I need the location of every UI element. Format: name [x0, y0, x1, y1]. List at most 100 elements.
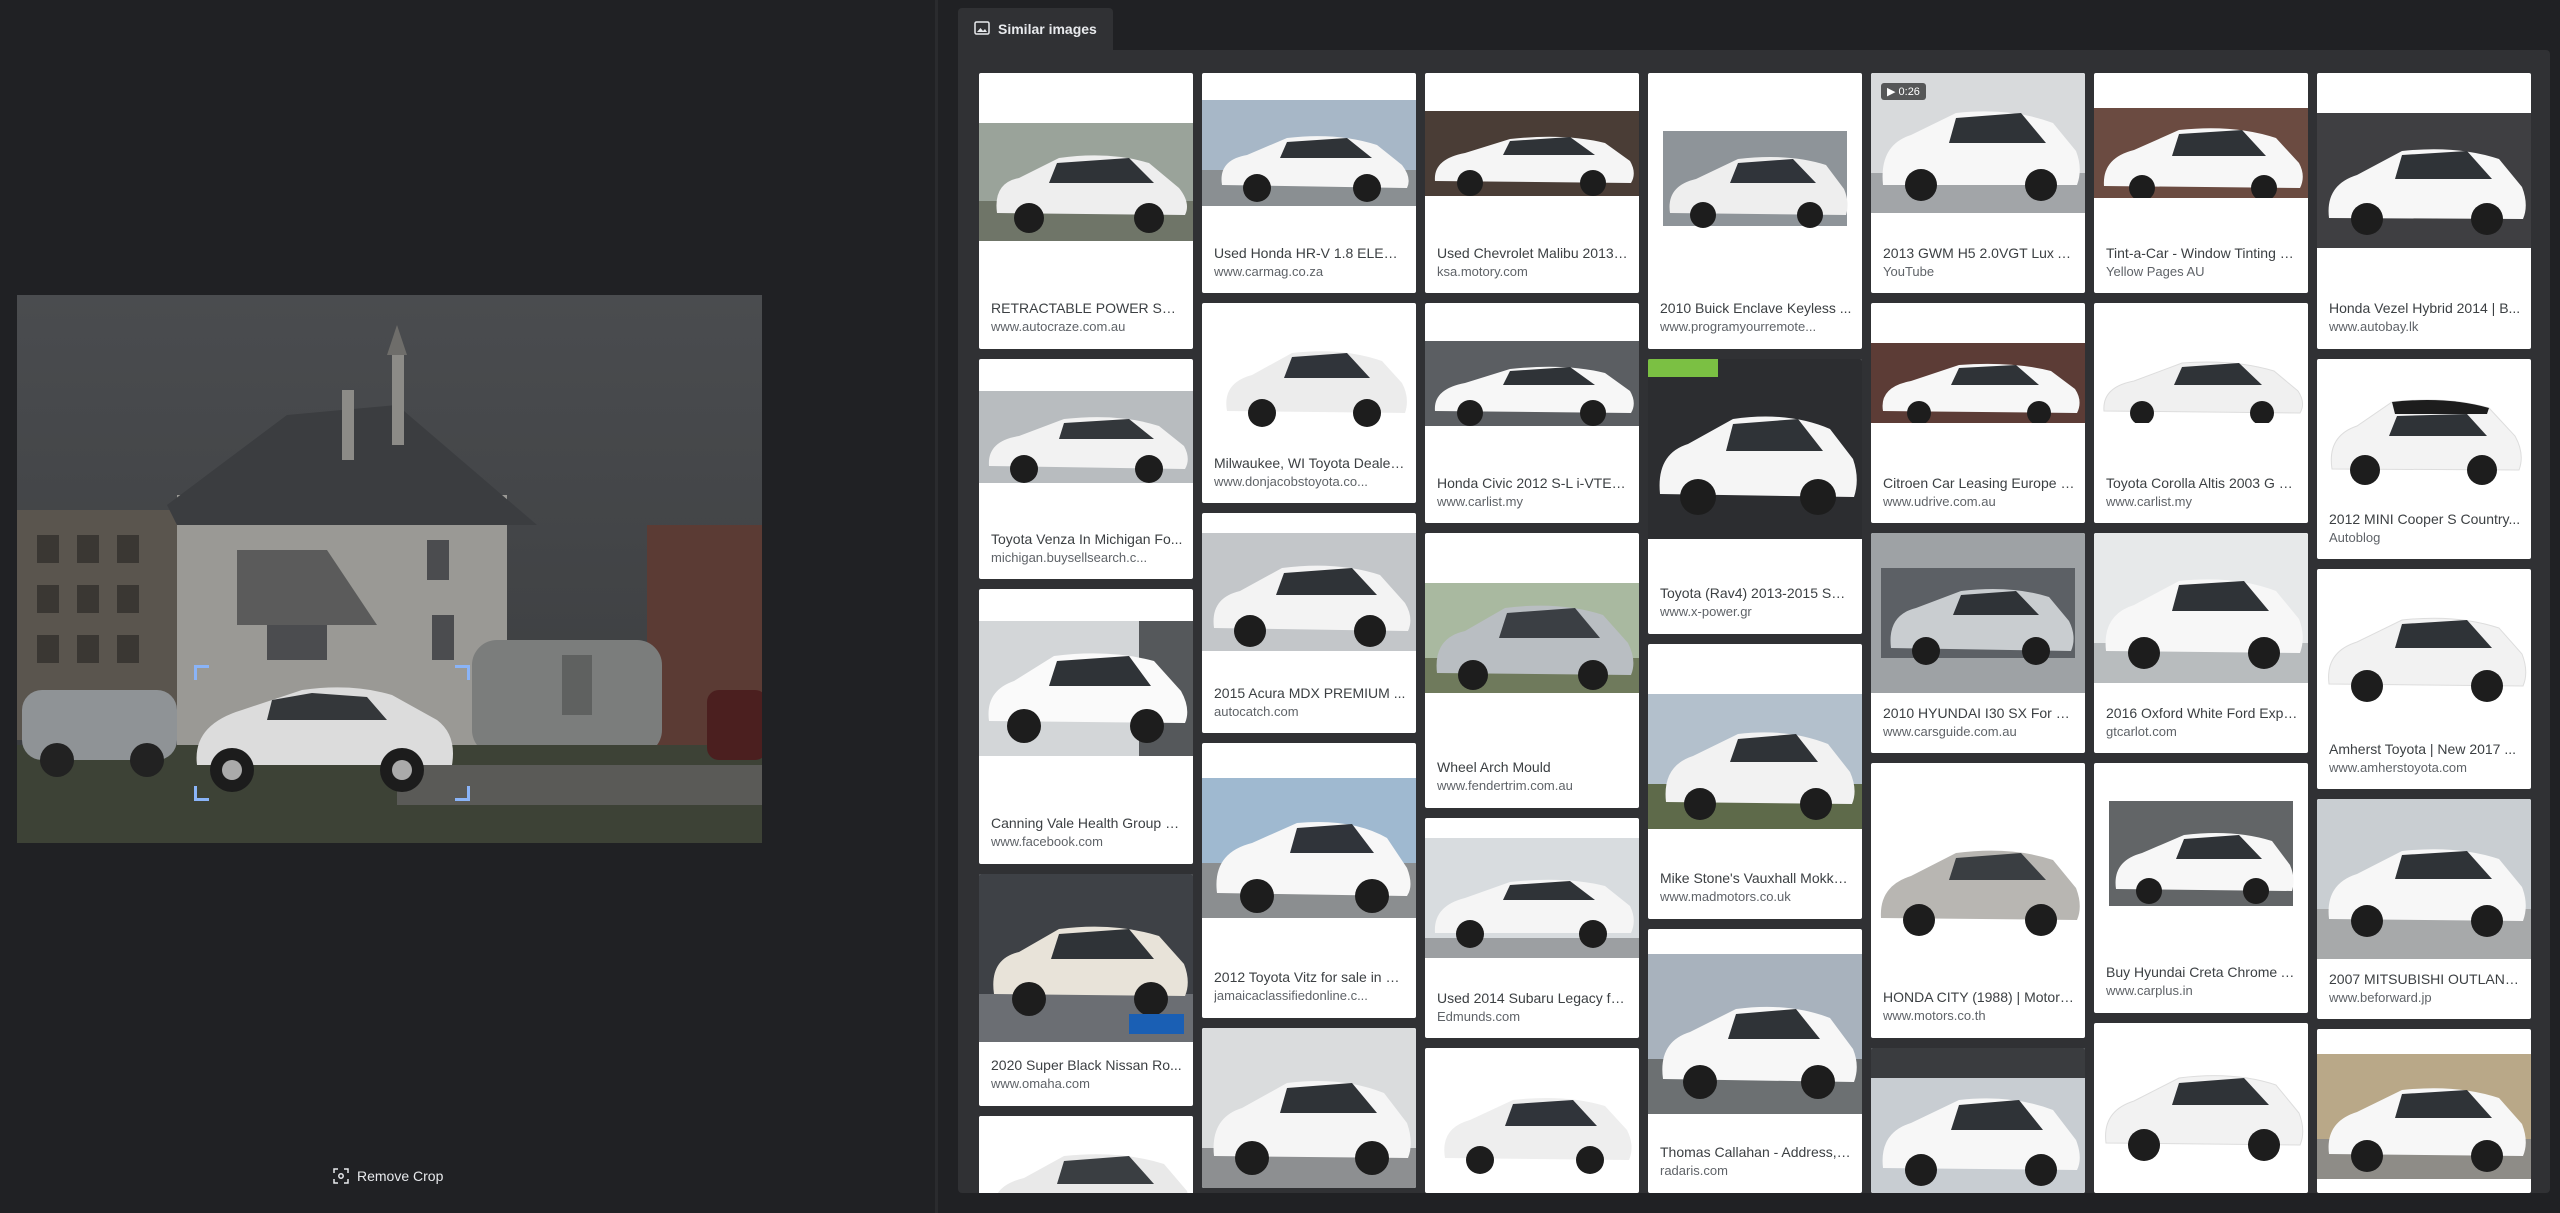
similar-images-pane: Similar images RETRACTABLE POWER STEP...… [950, 0, 2560, 1213]
result-card[interactable]: Mike Stone's Vauxhall Mokka... www.madmo… [1648, 644, 1862, 919]
result-source: jamaicaclassifiedonline.c... [1214, 988, 1368, 1003]
result-title: Toyota Venza In Michigan Fo... [991, 531, 1183, 547]
crop-handle-bottom-right[interactable] [455, 786, 470, 801]
result-title: 2010 HYUNDAI I30 SX For Sa... [1883, 705, 2075, 721]
result-source: www.carsguide.com.au [1883, 724, 2017, 739]
result-title: 2016 Oxford White Ford Expl... [2106, 705, 2298, 721]
result-source: www.omaha.com [991, 1076, 1090, 1091]
result-card[interactable]: Toyota Venza In Michigan Fo... michigan.… [979, 359, 1193, 579]
result-thumbnail [1202, 100, 1416, 206]
result-card[interactable]: Honda Civic 2012 S-L i-VTEC... www.carli… [1425, 303, 1639, 523]
result-card[interactable]: Used Chevrolet Malibu 2013 ... ksa.motor… [1425, 73, 1639, 293]
result-card[interactable]: Thomas Callahan - Address, ... radaris.c… [1648, 929, 1862, 1193]
result-card[interactable] [979, 1116, 1193, 1193]
result-thumbnail [1871, 533, 2085, 693]
result-card[interactable]: Toyota Corolla Altis 2003 G 1... www.car… [2094, 303, 2308, 523]
similar-images-grid: RETRACTABLE POWER STEP... www.autocraze.… [958, 50, 2550, 1193]
result-card[interactable]: 2007 MITSUBISHI OUTLAND... www.beforward… [2317, 799, 2531, 1019]
tab-similar-images[interactable]: Similar images [958, 8, 1113, 50]
result-title: Toyota Corolla Altis 2003 G 1... [2106, 475, 2298, 491]
result-source: www.autobay.lk [2329, 319, 2419, 334]
result-thumbnail [2317, 374, 2531, 489]
result-card[interactable]: Wheel Arch Mould www.fendertrim.com.au [1425, 533, 1639, 808]
result-card[interactable]: Toyota (Rav4) 2013-2015 SS... www.x-powe… [1648, 359, 1862, 634]
result-title: 2012 MINI Cooper S Country... [2329, 511, 2521, 527]
result-source: www.carlist.my [2106, 494, 2192, 509]
result-card[interactable]: 2010 Buick Enclave Keyless ... www.progr… [1648, 73, 1862, 349]
result-card[interactable]: Amherst Toyota | New 2017 ... www.amhers… [2317, 569, 2531, 789]
remove-crop-button[interactable]: Remove Crop [333, 1168, 443, 1184]
result-source: Edmunds.com [1437, 1009, 1521, 1024]
crop-handle-bottom-left[interactable] [194, 786, 209, 801]
result-source: www.donjacobstoyota.co... [1214, 474, 1368, 489]
result-thumbnail [2094, 1043, 2308, 1173]
result-source: www.udrive.com.au [1883, 494, 1996, 509]
result-thumbnail [2094, 801, 2308, 906]
result-source: www.amherstoyota.com [2329, 760, 2467, 775]
result-thumbnail [1202, 1028, 1416, 1188]
result-thumbnail [979, 123, 1193, 241]
result-thumbnail [979, 1116, 1193, 1193]
result-source: www.programyourremote... [1660, 319, 1817, 334]
result-card[interactable]: 2015 Acura MDX PREMIUM ... autocatch.com [1202, 513, 1416, 733]
result-thumbnail [1871, 1048, 2085, 1193]
video-duration-badge: ▶ 0:26 [1881, 83, 1926, 100]
result-card[interactable]: Buy Hyundai Creta Chrome A... www.carplu… [2094, 763, 2308, 1013]
result-title: Honda Civic 2012 S-L i-VTEC... [1437, 475, 1629, 491]
crop-selection[interactable] [194, 665, 470, 801]
result-thumbnail [1425, 341, 1639, 426]
result-card[interactable] [1871, 1048, 2085, 1193]
result-thumbnail [1648, 131, 1862, 231]
result-card[interactable]: Citroen Car Leasing Europe - ... www.udr… [1871, 303, 2085, 523]
crop-icon [333, 1168, 349, 1184]
result-source: radaris.com [1660, 1163, 1728, 1178]
result-source: michigan.buysellsearch.c... [991, 550, 1148, 565]
result-source: www.autocraze.com.au [991, 319, 1126, 334]
result-card[interactable]: 2012 MINI Cooper S Country... Autoblog [2317, 359, 2531, 559]
result-thumbnail [2094, 108, 2308, 198]
result-card[interactable] [1425, 1048, 1639, 1193]
result-card[interactable]: Tint-a-Car - Window Tinting - ... Yellow… [2094, 73, 2308, 293]
result-card[interactable] [2317, 1029, 2531, 1193]
result-card[interactable]: Honda Vezel Hybrid 2014 | B... www.autob… [2317, 73, 2531, 349]
result-card[interactable]: Canning Vale Health Group - ... www.face… [979, 589, 1193, 864]
crop-handle-top-right[interactable] [455, 665, 470, 680]
result-card[interactable]: ▶ 0:26 2013 GWM H5 2.0VGT Lux A... YouTu… [1871, 73, 2085, 293]
result-card[interactable]: 2010 HYUNDAI I30 SX For Sa... www.carsgu… [1871, 533, 2085, 753]
result-thumbnail [1202, 533, 1416, 651]
result-source: YouTube [1883, 264, 1935, 279]
result-card[interactable]: RETRACTABLE POWER STEP... www.autocraze.… [979, 73, 1193, 349]
result-card[interactable]: HONDA CITY (1988) | Motors... www.motors… [1871, 763, 2085, 1038]
result-card[interactable]: Milwaukee, WI Toyota Dealer ... www.donj… [1202, 303, 1416, 503]
result-card[interactable]: Used 2014 Subaru Legacy fo... Edmunds.co… [1425, 818, 1639, 1038]
result-card[interactable]: 2012 Toyota Vitz for sale in K... jamaic… [1202, 743, 1416, 1018]
result-title: Honda Vezel Hybrid 2014 | B... [2329, 300, 2521, 316]
result-title: Thomas Callahan - Address, ... [1660, 1144, 1852, 1160]
result-source: www.facebook.com [991, 834, 1103, 849]
result-card[interactable]: 2020 Super Black Nissan Ro... www.omaha.… [979, 874, 1193, 1106]
result-thumbnail [1871, 818, 2085, 953]
result-source: www.motors.co.th [1883, 1008, 1986, 1023]
result-source: www.carplus.in [2106, 983, 2193, 998]
result-source: www.beforward.jp [2329, 990, 2432, 1005]
result-thumbnail [979, 391, 1193, 483]
result-title: RETRACTABLE POWER STEP... [991, 300, 1183, 316]
pane-divider[interactable] [935, 0, 938, 1213]
result-thumbnail [979, 874, 1193, 1042]
source-image-pane: Remove Crop [0, 0, 935, 1213]
result-thumbnail [1202, 778, 1416, 918]
video-duration: 0:26 [1898, 86, 1920, 98]
result-thumbnail [1425, 838, 1639, 958]
result-thumbnail [2094, 533, 2308, 683]
crop-handle-top-left[interactable] [194, 665, 209, 680]
result-card[interactable]: Used Honda HR-V 1.8 ELEGA... www.carmag.… [1202, 73, 1416, 293]
result-source: gtcarlot.com [2106, 724, 2177, 739]
tab-label: Similar images [998, 21, 1097, 37]
result-title: Buy Hyundai Creta Chrome A... [2106, 964, 2298, 980]
result-card[interactable]: 2016 Oxford White Ford Expl... gtcarlot.… [2094, 533, 2308, 753]
result-card[interactable] [1202, 1028, 1416, 1188]
result-title: Canning Vale Health Group - ... [991, 815, 1183, 831]
result-card[interactable] [2094, 1023, 2308, 1193]
result-thumbnail [1871, 343, 2085, 423]
result-title: 2010 Buick Enclave Keyless ... [1660, 300, 1852, 316]
